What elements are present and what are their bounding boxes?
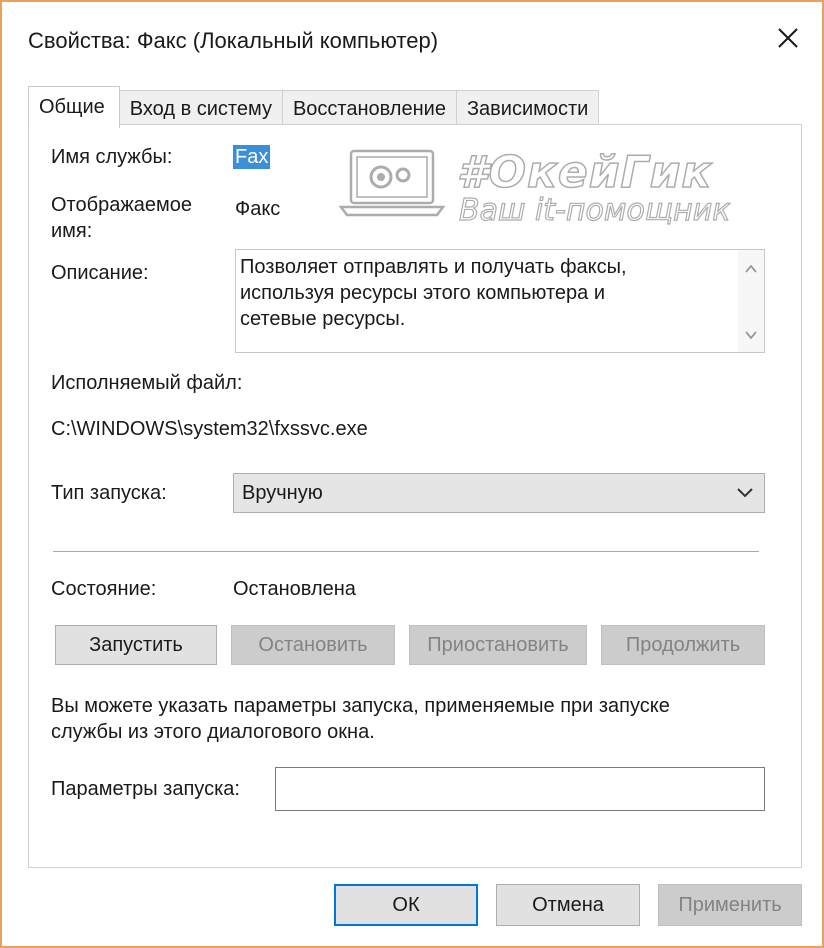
startup-type-value: Вручную bbox=[242, 482, 323, 504]
tab-dependencies[interactable]: Зависимости bbox=[455, 90, 600, 128]
close-button[interactable] bbox=[766, 16, 810, 60]
tab-strip: Общие Вход в систему Восстановление Зави… bbox=[28, 86, 600, 128]
apply-button[interactable]: Применить bbox=[658, 884, 802, 926]
display-name-label-line2: имя: bbox=[51, 220, 93, 242]
startup-type-label: Тип запуска: bbox=[51, 482, 167, 504]
start-params-label: Параметры запуска: bbox=[51, 778, 240, 800]
description-text: Позволяет отправлять и получать факсы, и… bbox=[240, 256, 627, 330]
watermark: #ОкейГик Ваш it-помощник bbox=[337, 146, 757, 229]
service-name-label: Имя службы: bbox=[51, 146, 173, 168]
description-scrollbar[interactable] bbox=[738, 250, 764, 352]
tab-recovery[interactable]: Восстановление bbox=[281, 90, 457, 128]
start-button[interactable]: Запустить bbox=[55, 625, 217, 665]
close-icon bbox=[778, 28, 798, 48]
resume-button[interactable]: Продолжить bbox=[601, 625, 765, 665]
chevron-down-icon[interactable] bbox=[744, 328, 758, 342]
tab-general[interactable]: Общие bbox=[28, 86, 120, 128]
display-name-value: Факс bbox=[235, 198, 281, 220]
stop-button[interactable]: Остановить bbox=[231, 625, 395, 665]
startup-type-select[interactable]: Вручную bbox=[233, 473, 765, 513]
start-params-hint: Вы можете указать параметры запуска, при… bbox=[51, 695, 670, 743]
title-bar: Свойства: Факс (Локальный компьютер) bbox=[6, 6, 818, 74]
pause-button[interactable]: Приостановить bbox=[409, 625, 587, 665]
general-panel: Имя службы: Fax Отображаемое имя: Факс #… bbox=[28, 124, 802, 868]
service-name-value[interactable]: Fax bbox=[233, 145, 271, 169]
window-title: Свойства: Факс (Локальный компьютер) bbox=[28, 28, 439, 53]
status-value: Остановлена bbox=[233, 578, 356, 600]
description-label: Описание: bbox=[51, 262, 149, 284]
executable-label: Исполняемый файл: bbox=[51, 372, 243, 394]
watermark-title: #ОкейГик bbox=[456, 146, 713, 199]
cancel-button[interactable]: Отмена bbox=[496, 884, 640, 926]
status-label: Состояние: bbox=[51, 578, 157, 600]
ok-button[interactable]: ОК bbox=[334, 884, 478, 926]
tab-logon[interactable]: Вход в систему bbox=[118, 90, 283, 128]
description-box[interactable]: Позволяет отправлять и получать факсы, и… bbox=[235, 249, 765, 353]
chevron-down-icon bbox=[737, 488, 753, 498]
dialog-frame: Свойства: Факс (Локальный компьютер) Общ… bbox=[0, 0, 824, 948]
display-name-label-line1: Отображаемое bbox=[51, 194, 192, 216]
watermark-subtitle: Ваш it-помощник bbox=[458, 192, 731, 228]
laptop-gear-icon bbox=[338, 149, 446, 217]
chevron-up-icon[interactable] bbox=[744, 262, 758, 276]
start-params-input[interactable] bbox=[275, 767, 765, 811]
executable-path: C:\WINDOWS\system32\fxssvc.exe bbox=[51, 418, 368, 440]
divider bbox=[53, 551, 759, 552]
